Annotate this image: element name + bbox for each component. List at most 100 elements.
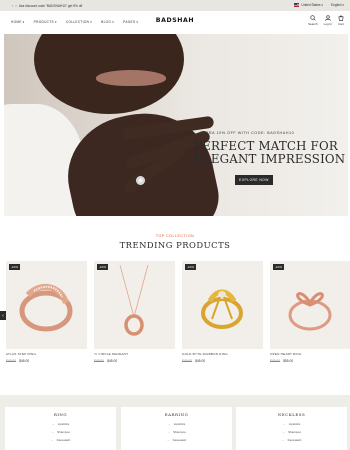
original-price: $49.00 xyxy=(94,359,105,363)
announcement-message: ‹ › Use discount code "BADSHAH10" get 5%… xyxy=(12,3,82,8)
discount-badge: -10% xyxy=(97,264,109,270)
category-link-label: Facewash xyxy=(56,438,71,442)
category-link-label: Lipsticks xyxy=(57,422,70,426)
original-price: $49.00 xyxy=(6,359,17,363)
product-name[interactable]: OPEN HEART RING xyxy=(270,352,302,356)
discount-badge: -10% xyxy=(273,264,285,270)
section-eyebrow: TOP COLLECTION xyxy=(155,234,195,238)
category-panel-ring: RING → Lipsticks → Shampoo → Facewash xyxy=(5,407,116,450)
chevron-right-icon[interactable]: › xyxy=(15,3,16,8)
category-title[interactable]: EARRING xyxy=(121,412,232,417)
pendant-image xyxy=(119,264,149,336)
search-icon xyxy=(310,15,316,21)
section-title: TRENDING PRODUCTS xyxy=(119,240,231,250)
product-name[interactable]: YI CIRCLE PENDANT xyxy=(94,352,128,356)
category-link[interactable]: → Facewash xyxy=(5,438,116,442)
product-card[interactable]: -10% YI CIRCLE PENDANT $49.00 $45.00 xyxy=(94,261,175,371)
product-price: $49.00 $45.00 xyxy=(6,359,29,363)
login-button[interactable]: Log In xyxy=(324,15,332,26)
locale-selectors: United States ▾ English ▾ xyxy=(294,3,344,7)
chevron-left-icon[interactable]: ‹ xyxy=(12,3,13,8)
bullet-icon: → xyxy=(282,422,286,426)
site-header: HOME ▾ PRODUCTS ▾ COLLECTION ▾ BLOG ▾ PAGES ▾… xyxy=(0,11,350,33)
category-link-label: Shampoo xyxy=(288,430,301,434)
category-panel-neckless: NECKLESS → Lipsticks → Shampoo → Facewash xyxy=(236,407,347,450)
category-section: RING → Lipsticks → Shampoo → Facewash EARRI… xyxy=(0,395,350,450)
announcement-text: Use discount code "BADSHAH10" get 5% off xyxy=(18,3,83,8)
product-image[interactable]: -10% xyxy=(270,261,350,349)
product-name[interactable]: ATLAS STEP RING xyxy=(6,352,36,356)
product-carousel: -10% ATLAS STEP RING $49.00 $45.00 -10% … xyxy=(6,261,350,371)
language-label: English xyxy=(331,3,342,7)
region-label: United States xyxy=(301,3,321,7)
product-image[interactable]: -10% xyxy=(94,261,175,349)
gold-bow-ring-image xyxy=(201,289,243,329)
sale-price: $45.00 xyxy=(195,359,206,363)
category-link-label: Shampoo xyxy=(57,430,70,434)
category-link-label: Shampoo xyxy=(173,430,186,434)
bullet-icon: → xyxy=(167,422,171,426)
search-label: Search xyxy=(308,22,318,26)
category-list: → Lipsticks → Shampoo → Facewash xyxy=(121,422,232,442)
category-link[interactable]: → Shampoo xyxy=(5,430,116,434)
product-price: $49.00 $55.00 xyxy=(270,359,293,363)
product-card[interactable]: -10% GOLD BYTE RIGBBON RING $49.00 $45.0… xyxy=(182,261,263,371)
sale-price: $45.00 xyxy=(107,359,118,363)
category-link-label: Facewash xyxy=(172,438,187,442)
category-link[interactable]: → Lipsticks xyxy=(121,422,232,426)
category-title[interactable]: RING xyxy=(5,412,116,417)
open-heart-ring-image xyxy=(288,292,332,331)
category-link[interactable]: → Lipsticks xyxy=(5,422,116,426)
category-link[interactable]: → Facewash xyxy=(121,438,232,442)
bullet-icon: → xyxy=(281,438,285,442)
original-price: $49.00 xyxy=(270,359,281,363)
site-logo[interactable]: BADSHAH xyxy=(0,17,350,24)
cart-label: Cart xyxy=(338,22,344,26)
cart-button[interactable]: Cart xyxy=(338,15,344,26)
us-flag-icon xyxy=(294,3,300,7)
hero-ring xyxy=(136,176,145,185)
category-list: → Lipsticks → Shampoo → Facewash xyxy=(5,422,116,442)
hero-subtitle: EXTRA 10% OFF WITH CODE: BADSHAH10 xyxy=(200,131,295,135)
hero-title-line2: ELEGANT IMPRESSION xyxy=(194,152,346,166)
hero-title: PERFECT MATCH FOR ELEGANT IMPRESSION xyxy=(194,140,345,166)
sale-price: $45.00 xyxy=(19,359,30,363)
announcement-bar: ‹ › Use discount code "BADSHAH10" get 5%… xyxy=(0,0,350,11)
product-price: $49.00 $45.00 xyxy=(94,359,117,363)
product-image[interactable]: -10% xyxy=(182,261,263,349)
region-selector[interactable]: United States ▾ xyxy=(294,3,323,7)
product-image[interactable]: -10% xyxy=(6,261,87,349)
category-link-label: Facewash xyxy=(287,438,302,442)
original-price: $49.00 xyxy=(182,359,193,363)
bullet-icon: → xyxy=(167,430,171,434)
hero-model-lips xyxy=(96,70,166,86)
category-link[interactable]: → Shampoo xyxy=(236,430,347,434)
sale-price: $55.00 xyxy=(283,359,294,363)
bullet-icon: → xyxy=(282,430,286,434)
product-card[interactable]: -10% OPEN HEART RING $49.00 $55.00 xyxy=(270,261,350,371)
header-actions: Search Log In Cart xyxy=(308,15,344,26)
product-price: $49.00 $45.00 xyxy=(182,359,205,363)
bullet-icon: → xyxy=(166,438,170,442)
product-card[interactable]: -10% ATLAS STEP RING $49.00 $45.00 xyxy=(6,261,87,371)
cart-icon xyxy=(338,15,344,21)
language-selector[interactable]: English ▾ xyxy=(331,3,344,7)
category-link[interactable]: → Shampoo xyxy=(121,430,232,434)
explore-now-button[interactable]: EXPLORE NOW xyxy=(235,175,273,185)
login-label: Log In xyxy=(323,22,332,26)
hero-banner: EXTRA 10% OFF WITH CODE: BADSHAH10 PERFE… xyxy=(4,34,348,216)
ring-crossover-image xyxy=(19,283,73,332)
product-name[interactable]: GOLD BYTE RIGBBON RING xyxy=(182,352,228,356)
search-button[interactable]: Search xyxy=(308,15,318,26)
discount-badge: -10% xyxy=(185,264,197,270)
category-link[interactable]: → Facewash xyxy=(236,438,347,442)
bullet-icon: → xyxy=(51,422,55,426)
category-link[interactable]: → Lipsticks xyxy=(236,422,347,426)
discount-badge: -10% xyxy=(9,264,21,270)
user-icon xyxy=(325,15,331,21)
category-panel-earring: EARRING → Lipsticks → Shampoo → Facewash xyxy=(121,407,232,450)
bullet-icon: → xyxy=(50,438,54,442)
category-title[interactable]: NECKLESS xyxy=(236,412,347,417)
category-link-label: Lipsticks xyxy=(288,422,301,426)
bullet-icon: → xyxy=(51,430,55,434)
